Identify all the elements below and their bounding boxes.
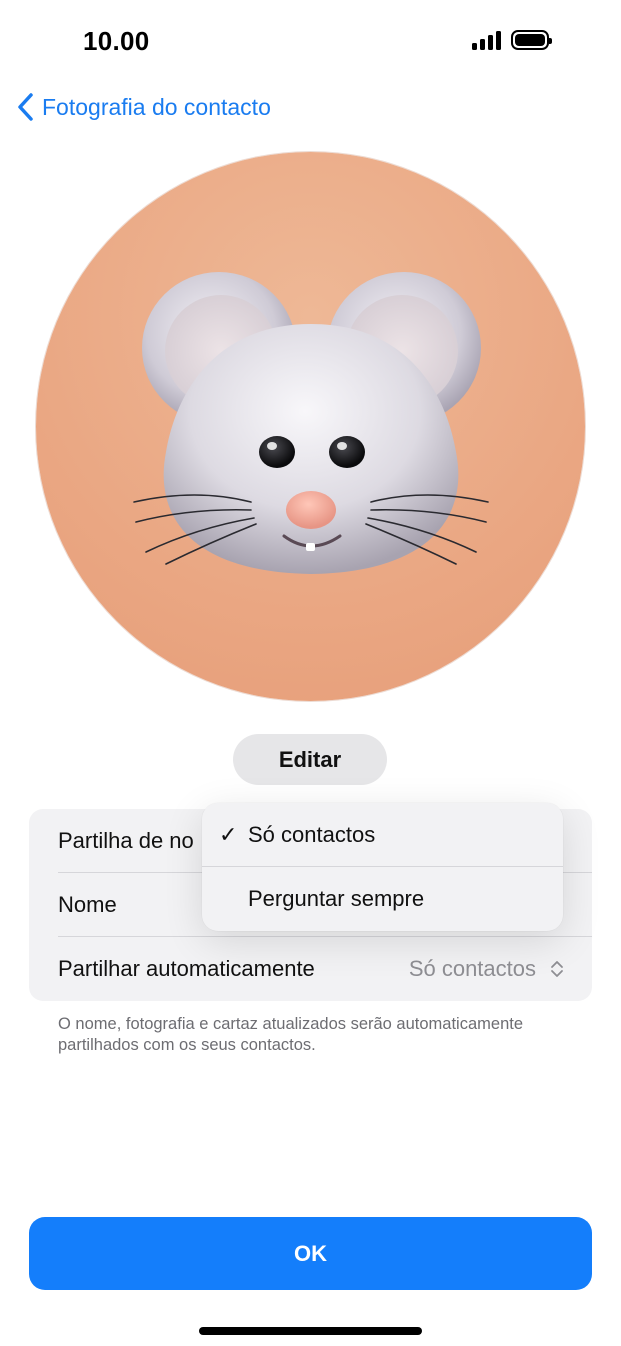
menu-item-label: Perguntar sempre xyxy=(248,886,425,911)
row-label: Nome xyxy=(58,892,117,917)
sharing-options-menu: ✓ Só contactos Perguntar sempre xyxy=(202,803,563,931)
menu-item-label: Só contactos xyxy=(248,822,376,847)
menu-item-always-ask[interactable]: Perguntar sempre xyxy=(202,867,563,931)
ok-button[interactable]: OK xyxy=(29,1217,592,1290)
battery-icon xyxy=(511,30,552,50)
checkmark-icon: ✓ xyxy=(219,822,238,847)
screen: 10.00 Fotografia do contacto Editar Part… xyxy=(0,0,621,1346)
chevron-left-icon xyxy=(18,93,33,121)
chevron-up-down-icon xyxy=(551,961,563,977)
row-label: Partilhar automaticamente xyxy=(58,956,315,981)
edit-button[interactable]: Editar xyxy=(233,734,387,785)
row-label: Partilha de no xyxy=(58,828,194,853)
contact-photo[interactable] xyxy=(36,152,585,701)
footnote: O nome, fotografia e cartaz atualizados … xyxy=(58,1015,524,1054)
cellular-signal-icon xyxy=(472,30,501,50)
value-text: Só contactos xyxy=(408,956,536,981)
back-button[interactable]: Fotografia do contacto xyxy=(16,92,271,122)
share-automatically-row[interactable]: Partilhar automaticamente Só contactos xyxy=(29,937,592,1001)
menu-item-contacts-only[interactable]: ✓ Só contactos xyxy=(202,803,563,867)
home-indicator[interactable] xyxy=(199,1327,422,1335)
status-icons xyxy=(472,30,552,50)
mouse-memoji-icon xyxy=(133,272,489,574)
back-label: Fotografia do contacto xyxy=(42,93,271,120)
status-time: 10.00 xyxy=(83,26,150,56)
share-automatically-value[interactable]: Só contactos xyxy=(409,956,564,982)
